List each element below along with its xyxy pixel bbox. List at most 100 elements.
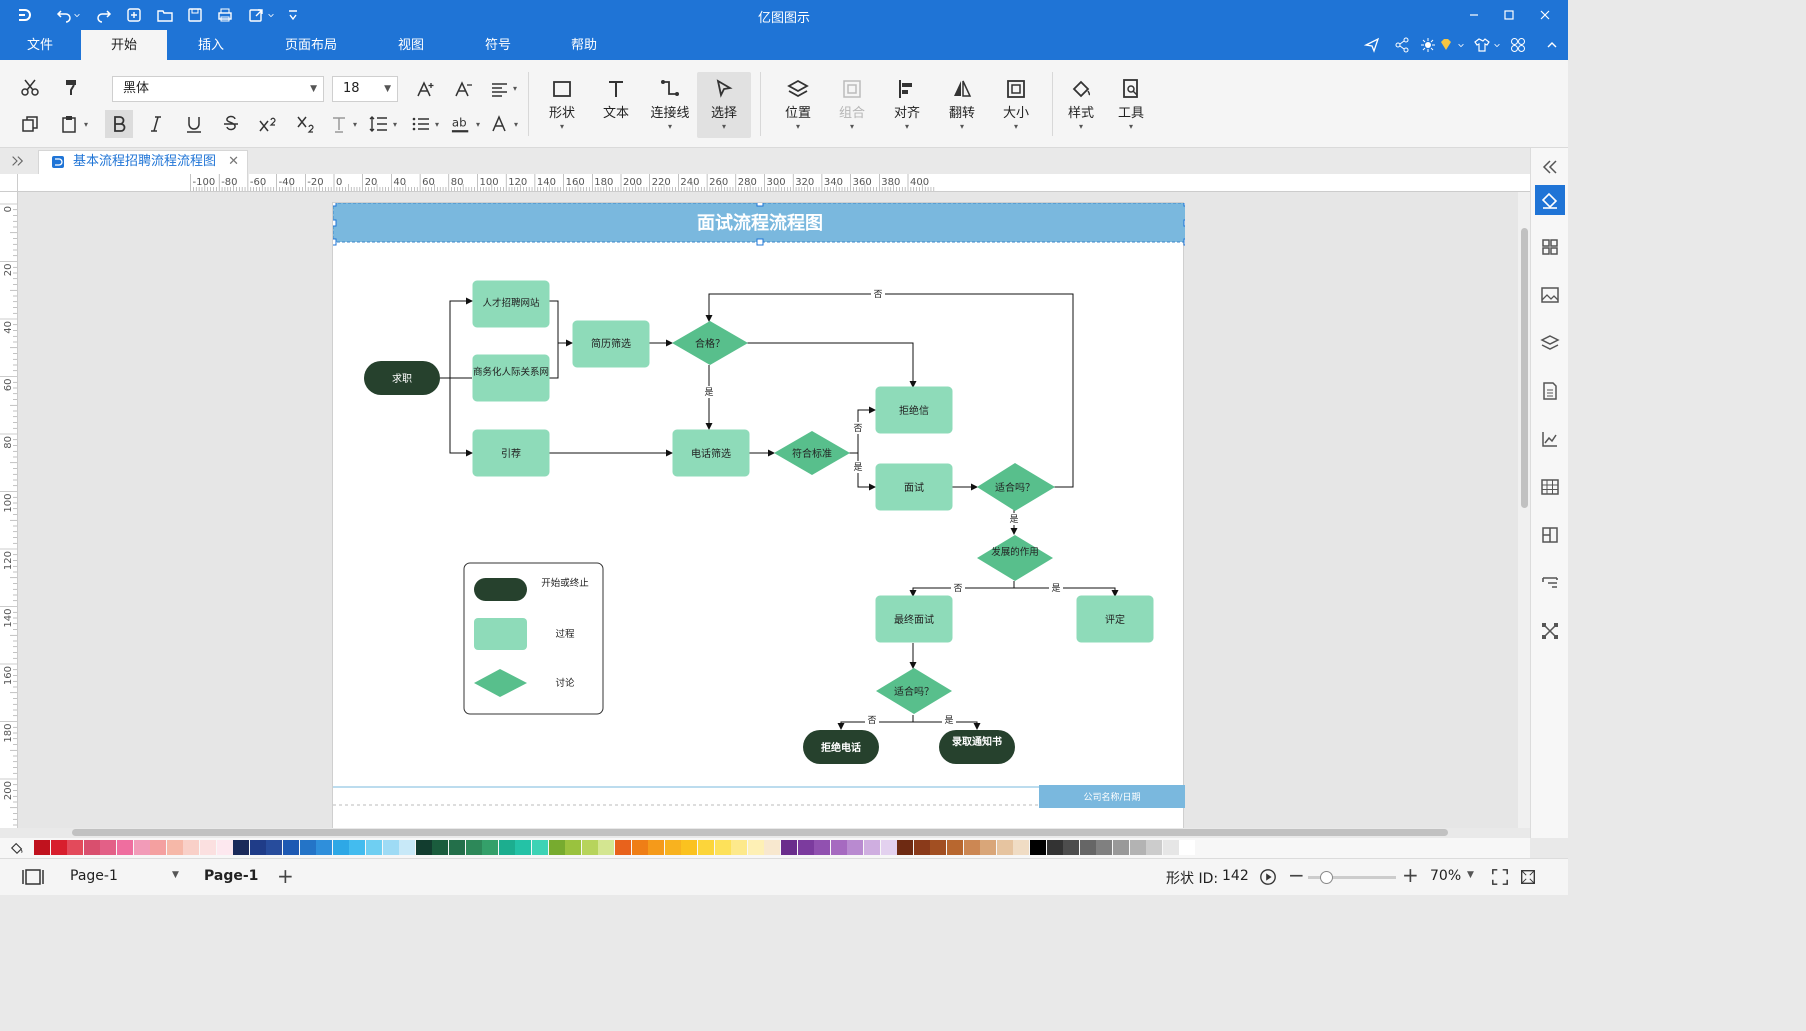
color-swatch[interactable] bbox=[449, 840, 465, 855]
color-swatch[interactable] bbox=[913, 840, 930, 855]
color-swatch[interactable] bbox=[316, 840, 333, 855]
node-interview[interactable]: 面试 bbox=[875, 463, 953, 511]
collapse-ribbon-icon[interactable] bbox=[1542, 35, 1562, 55]
zoom-level[interactable]: 70% bbox=[1430, 868, 1461, 884]
page-footer[interactable]: 公司名称/日期 bbox=[333, 785, 1185, 808]
color-swatch[interactable] bbox=[996, 840, 1013, 855]
diagram-page[interactable]: 面试流程流程图 否 是 否 是 是 否 是 否 是 求职 拒绝电话 录取通知书 … bbox=[329, 199, 1191, 828]
shape-button[interactable]: 形状 ▾ bbox=[535, 72, 589, 138]
tab-help[interactable]: 帮助 bbox=[556, 30, 612, 60]
flip-button[interactable]: 翻转 ▾ bbox=[935, 72, 989, 138]
maximize-button[interactable] bbox=[1497, 4, 1521, 26]
color-swatch[interactable] bbox=[631, 840, 648, 855]
add-page-icon[interactable]: + bbox=[277, 864, 294, 888]
paste-icon[interactable] bbox=[57, 112, 81, 136]
close-button[interactable] bbox=[1533, 4, 1557, 26]
zoom-in-icon[interactable]: + bbox=[1402, 863, 1419, 887]
color-swatch[interactable] bbox=[415, 840, 432, 855]
color-swatch[interactable] bbox=[664, 840, 681, 855]
drawing-canvas[interactable]: 面试流程流程图 否 是 否 是 是 否 是 否 是 求职 拒绝电话 录取通知书 … bbox=[18, 192, 1518, 828]
increase-font-icon[interactable] bbox=[414, 77, 438, 101]
bold-button[interactable] bbox=[105, 110, 133, 138]
node-final[interactable]: 最终面试 bbox=[875, 595, 953, 643]
node-offer[interactable]: 录取通知书 bbox=[939, 730, 1015, 764]
font-family-select[interactable]: 黑体 ▼ bbox=[112, 76, 324, 102]
skin-dropdown-icon[interactable] bbox=[1492, 35, 1502, 55]
align-button[interactable]: 对齐 ▾ bbox=[880, 72, 934, 138]
color-swatch[interactable] bbox=[764, 840, 781, 855]
color-swatch[interactable] bbox=[34, 840, 50, 855]
grid-view-icon[interactable] bbox=[1535, 232, 1565, 262]
color-swatch[interactable] bbox=[581, 840, 598, 855]
color-swatch[interactable] bbox=[67, 840, 84, 855]
vip-gem-icon[interactable] bbox=[1436, 35, 1456, 55]
color-swatch[interactable] bbox=[183, 840, 200, 855]
color-swatch[interactable] bbox=[1179, 840, 1196, 855]
node-evaluate[interactable]: 评定 bbox=[1076, 595, 1154, 643]
color-swatch[interactable] bbox=[648, 840, 665, 855]
text-button[interactable]: 文本 bbox=[589, 72, 643, 138]
color-swatch[interactable] bbox=[299, 840, 316, 855]
node-phone[interactable]: 电话筛选 bbox=[672, 429, 750, 477]
color-swatch[interactable] bbox=[1113, 840, 1129, 855]
font-color-dropdown-icon[interactable]: ▾ bbox=[512, 118, 520, 130]
color-swatch[interactable] bbox=[1063, 840, 1080, 855]
fill-bucket-icon[interactable] bbox=[8, 839, 26, 857]
color-swatch[interactable] bbox=[482, 840, 499, 855]
node-fit2[interactable]: 适合吗？ bbox=[876, 668, 952, 714]
zoom-out-icon[interactable]: − bbox=[1288, 863, 1305, 887]
color-swatch[interactable] bbox=[814, 840, 831, 855]
color-swatch[interactable] bbox=[532, 840, 548, 855]
position-button[interactable]: 位置 ▾ bbox=[771, 72, 825, 138]
color-swatch[interactable] bbox=[150, 840, 167, 855]
minimize-button[interactable] bbox=[1462, 4, 1486, 26]
node-qualified[interactable]: 合格？ bbox=[672, 321, 748, 365]
size-button[interactable]: 大小 ▾ bbox=[989, 72, 1043, 138]
color-swatch[interactable] bbox=[1013, 840, 1030, 855]
color-swatch[interactable] bbox=[880, 840, 897, 855]
italic-button[interactable] bbox=[144, 112, 168, 136]
tab-insert[interactable]: 插入 bbox=[182, 30, 240, 60]
color-swatch[interactable] bbox=[166, 840, 183, 855]
horizontal-scrollbar[interactable] bbox=[72, 829, 1448, 836]
text-style-icon[interactable] bbox=[328, 112, 352, 136]
color-swatch[interactable] bbox=[50, 840, 67, 855]
tab-home[interactable]: 开始 bbox=[81, 30, 167, 60]
text-highlight-icon[interactable]: ab bbox=[448, 112, 474, 136]
color-swatch[interactable] bbox=[366, 840, 382, 855]
color-swatch[interactable] bbox=[864, 840, 880, 855]
color-swatch[interactable] bbox=[830, 840, 847, 855]
node-reject-call[interactable]: 拒绝电话 bbox=[803, 730, 879, 764]
select-button[interactable]: 选择 ▾ bbox=[697, 72, 751, 138]
table-panel-icon[interactable] bbox=[1535, 472, 1565, 502]
theme-icon[interactable] bbox=[1418, 35, 1438, 55]
color-swatch[interactable] bbox=[233, 840, 250, 855]
tab-file[interactable]: 文件 bbox=[14, 30, 66, 60]
color-swatch[interactable] bbox=[598, 840, 615, 855]
title-band[interactable]: 面试流程流程图 bbox=[332, 202, 1188, 243]
color-swatch[interactable] bbox=[963, 840, 980, 855]
document-tab[interactable]: 基本流程招聘流程流程图 ✕ bbox=[38, 150, 248, 174]
color-swatch[interactable] bbox=[117, 840, 133, 855]
node-network[interactable]: 商务化人际关系网 bbox=[472, 354, 550, 402]
publish-icon[interactable] bbox=[1362, 35, 1382, 55]
color-swatch[interactable] bbox=[349, 840, 366, 855]
page-selector[interactable]: Page-1 ▼ bbox=[70, 868, 179, 884]
play-icon[interactable] bbox=[1258, 867, 1278, 887]
line-spacing-dropdown-icon[interactable]: ▾ bbox=[391, 118, 399, 130]
expand-library-icon[interactable] bbox=[8, 152, 26, 170]
color-swatch[interactable] bbox=[399, 840, 416, 855]
collapse-panel-icon[interactable] bbox=[1535, 152, 1565, 182]
node-develop[interactable]: 发展的作用 bbox=[977, 535, 1053, 581]
legend[interactable]: 开始或终止 过程 讨论 bbox=[463, 562, 604, 715]
node-referral[interactable]: 引荐 bbox=[472, 429, 550, 477]
node-reject-letter[interactable]: 拒绝信 bbox=[875, 386, 953, 434]
page-panel-icon[interactable] bbox=[1535, 376, 1565, 406]
apps-icon[interactable] bbox=[1508, 35, 1528, 55]
color-swatch[interactable] bbox=[615, 840, 631, 855]
shirt-icon[interactable] bbox=[1472, 35, 1492, 55]
theme-dropdown-icon[interactable] bbox=[1456, 35, 1466, 55]
color-swatch[interactable] bbox=[930, 840, 947, 855]
format-panel-icon[interactable] bbox=[1535, 568, 1565, 598]
color-swatch[interactable] bbox=[565, 840, 582, 855]
